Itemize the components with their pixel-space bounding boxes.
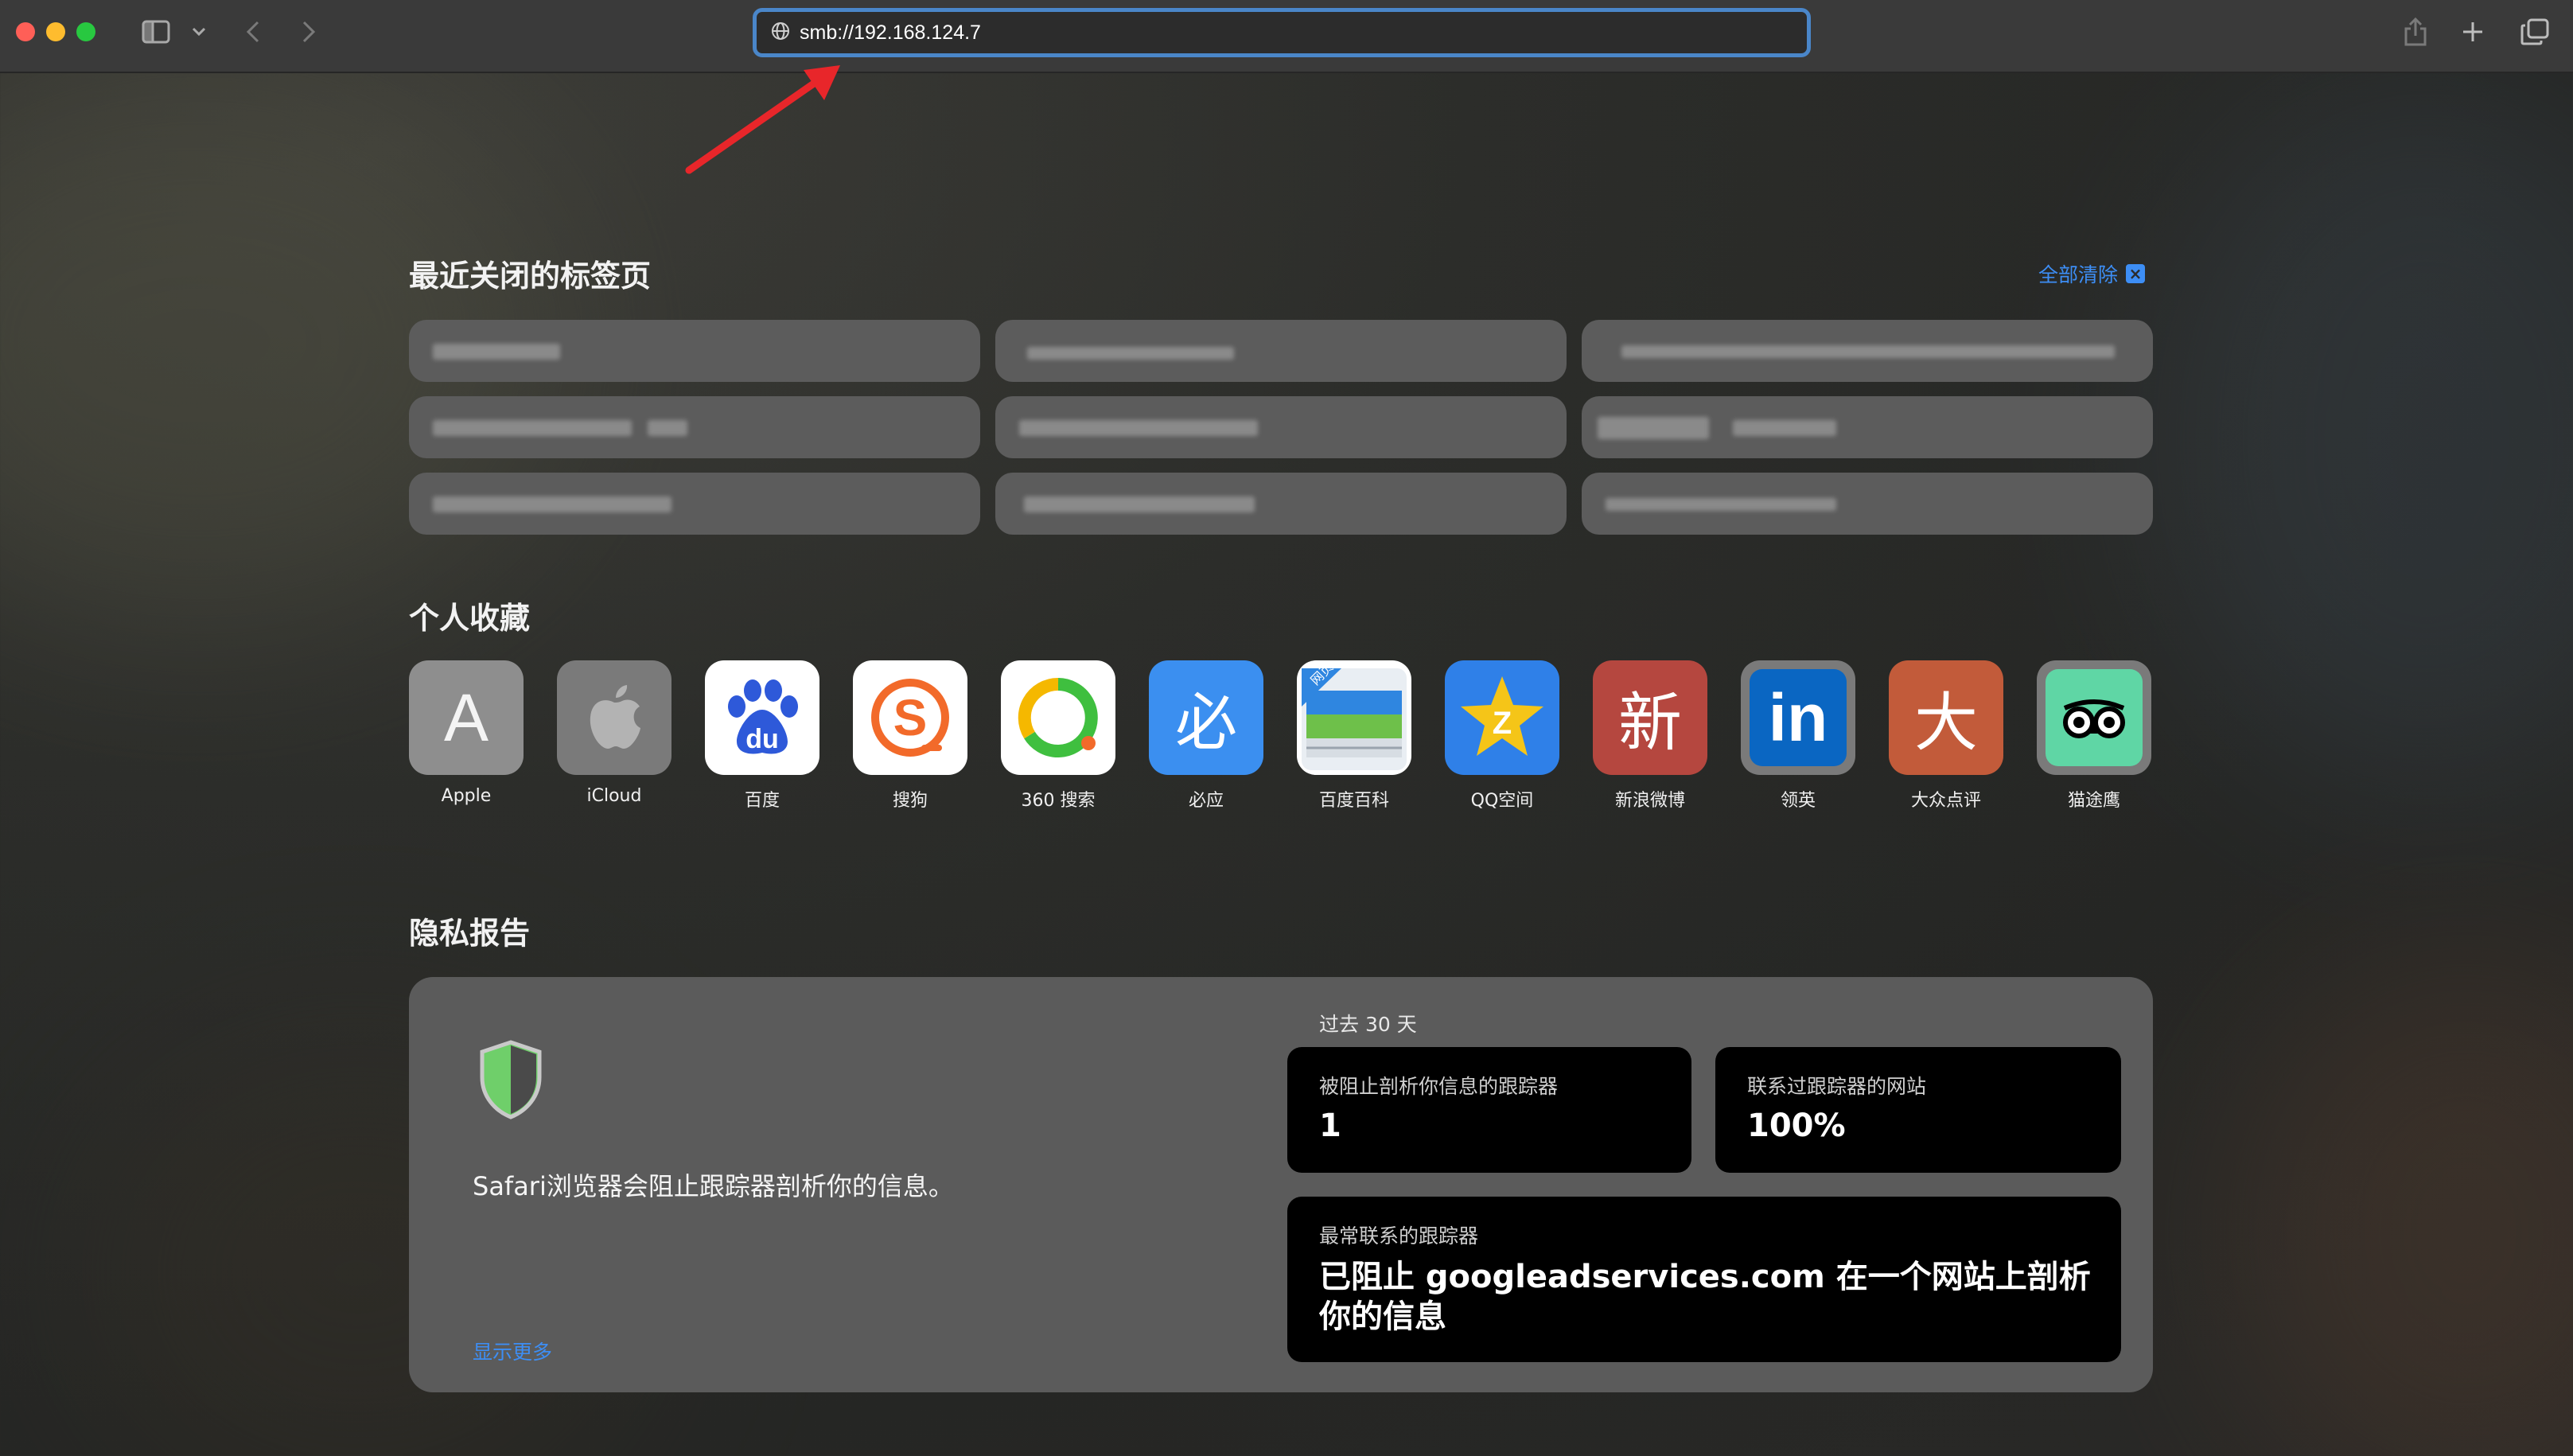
favorite-icloud[interactable]: iCloud <box>557 660 671 812</box>
svg-text:du: du <box>745 724 779 754</box>
sogou-logo-icon: S <box>853 660 967 775</box>
address-bar[interactable]: smb://192.168.124.7 <box>753 8 1811 57</box>
favorite-apple[interactable]: A Apple <box>409 660 524 812</box>
recent-tab-card[interactable] <box>1582 396 2153 458</box>
stat-value: 1 <box>1319 1108 1341 1144</box>
forward-icon[interactable] <box>294 14 323 49</box>
privacy-period: 过去 30 天 <box>1319 1013 1417 1036</box>
favorite-label: 必应 <box>1188 791 1224 811</box>
zoom-window-button[interactable] <box>76 22 95 41</box>
privacy-report-card[interactable]: Safari浏览器会阻止跟踪器剖析你的信息。 显示更多 过去 30 天 被阻止剖… <box>409 977 2153 1392</box>
clear-all-button[interactable]: 全部清除 × <box>2038 259 2146 288</box>
shield-icon <box>477 1039 544 1123</box>
stat-value: 已阻止 googleadservices.com 在一个网站上剖析你的信息 <box>1319 1259 2091 1335</box>
favorite-label: 大众点评 <box>1910 791 1981 811</box>
favorite-label: 搜狗 <box>892 791 928 811</box>
svg-text:S: S <box>893 689 928 746</box>
share-icon[interactable] <box>2400 14 2431 49</box>
favorite-sina-weibo[interactable]: 新 新浪微博 <box>1593 660 1707 812</box>
apple-letter-icon: A <box>409 660 524 775</box>
recent-tab-card[interactable] <box>409 320 980 382</box>
blocked-trackers-stat: 被阻止剖析你信息的跟踪器 1 <box>1287 1047 1691 1173</box>
baike-book-icon: 网页 <box>1297 660 1411 775</box>
baidu-paw-icon: du <box>705 660 819 775</box>
bing-char-icon: 必 <box>1149 660 1263 775</box>
tabs-overview-icon[interactable] <box>2517 14 2552 49</box>
minimize-window-button[interactable] <box>46 22 65 41</box>
favorite-bing[interactable]: 必 必应 <box>1149 660 1263 812</box>
favorite-360-search[interactable]: 360 搜索 <box>1001 660 1115 812</box>
top-tracker-stat: 最常联系的跟踪器 已阻止 googleadservices.com 在一个网站上… <box>1287 1197 2121 1362</box>
recent-tab-card[interactable] <box>1582 320 2153 382</box>
stat-caption: 最常联系的跟踪器 <box>1319 1224 1479 1248</box>
favorite-label: 领英 <box>1780 791 1816 811</box>
favorite-label: 百度百科 <box>1318 791 1389 811</box>
recent-tab-card[interactable] <box>995 473 1567 535</box>
favorite-baidu[interactable]: du 百度 <box>705 660 819 812</box>
stat-value: 100% <box>1747 1108 1846 1144</box>
clear-all-label: 全部清除 <box>2038 263 2119 286</box>
dianping-char-icon: 大 <box>1889 660 2003 775</box>
apple-logo-icon <box>557 660 671 775</box>
recent-tabs-grid <box>409 320 2153 535</box>
globe-icon <box>771 21 790 44</box>
recent-tabs-title: 最近关闭的标签页 <box>409 259 652 294</box>
recent-tab-card[interactable] <box>409 396 980 458</box>
svg-text:Z: Z <box>1493 706 1512 741</box>
privacy-description: Safari浏览器会阻止跟踪器剖析你的信息。 <box>473 1171 954 1201</box>
browser-toolbar: smb://192.168.124.7 <box>0 0 2573 73</box>
privacy-report-title: 隐私报告 <box>409 916 531 951</box>
favorites-row: A Apple iCloud du 百度 S 搜狗 360 搜索 必 必应 网页… <box>409 660 2151 812</box>
stat-caption: 被阻止剖析你信息的跟踪器 <box>1319 1075 1559 1098</box>
linkedin-logo-icon: in <box>1741 660 1855 775</box>
close-box-icon: × <box>2126 264 2146 283</box>
favorite-baidu-baike[interactable]: 网页 百度百科 <box>1297 660 1411 812</box>
favorite-qq-zone[interactable]: Z QQ空间 <box>1445 660 1559 812</box>
stat-caption: 联系过跟踪器的网站 <box>1747 1075 1927 1098</box>
360-ring-icon <box>1001 660 1115 775</box>
sites-contacted-stat: 联系过跟踪器的网站 100% <box>1715 1047 2121 1173</box>
address-url: smb://192.168.124.7 <box>800 21 981 44</box>
recent-tab-card[interactable] <box>995 396 1567 458</box>
favorite-label: 360 搜索 <box>1021 791 1096 811</box>
favorite-sogou[interactable]: S 搜狗 <box>853 660 967 812</box>
recent-tab-card[interactable] <box>409 473 980 535</box>
favorites-title: 个人收藏 <box>409 601 531 636</box>
favorite-label: 新浪微博 <box>1614 791 1685 811</box>
back-icon[interactable] <box>239 14 267 49</box>
annotation-arrow <box>685 65 840 174</box>
show-more-link[interactable]: 显示更多 <box>473 1337 552 1365</box>
favorite-label: QQ空间 <box>1470 791 1534 811</box>
favorite-label: iCloud <box>586 786 642 806</box>
favorite-dianping[interactable]: 大 大众点评 <box>1889 660 2003 812</box>
recent-tab-card[interactable] <box>995 320 1567 382</box>
favorite-label: 猫途鹰 <box>2067 791 2120 811</box>
favorite-linkedin[interactable]: in 领英 <box>1741 660 1855 812</box>
tripadvisor-owl-icon <box>2037 660 2151 775</box>
chevron-down-icon[interactable] <box>188 14 210 49</box>
plus-icon[interactable] <box>2457 14 2489 49</box>
weibo-char-icon: 新 <box>1593 660 1707 775</box>
sidebar-icon[interactable] <box>138 14 173 49</box>
favorite-label: Apple <box>441 786 492 806</box>
favorite-tripadvisor[interactable]: 猫途鹰 <box>2037 660 2151 812</box>
recent-tab-card[interactable] <box>1582 473 2153 535</box>
close-window-button[interactable] <box>16 22 35 41</box>
qzone-star-icon: Z <box>1445 660 1559 775</box>
favorite-label: 百度 <box>744 791 780 811</box>
